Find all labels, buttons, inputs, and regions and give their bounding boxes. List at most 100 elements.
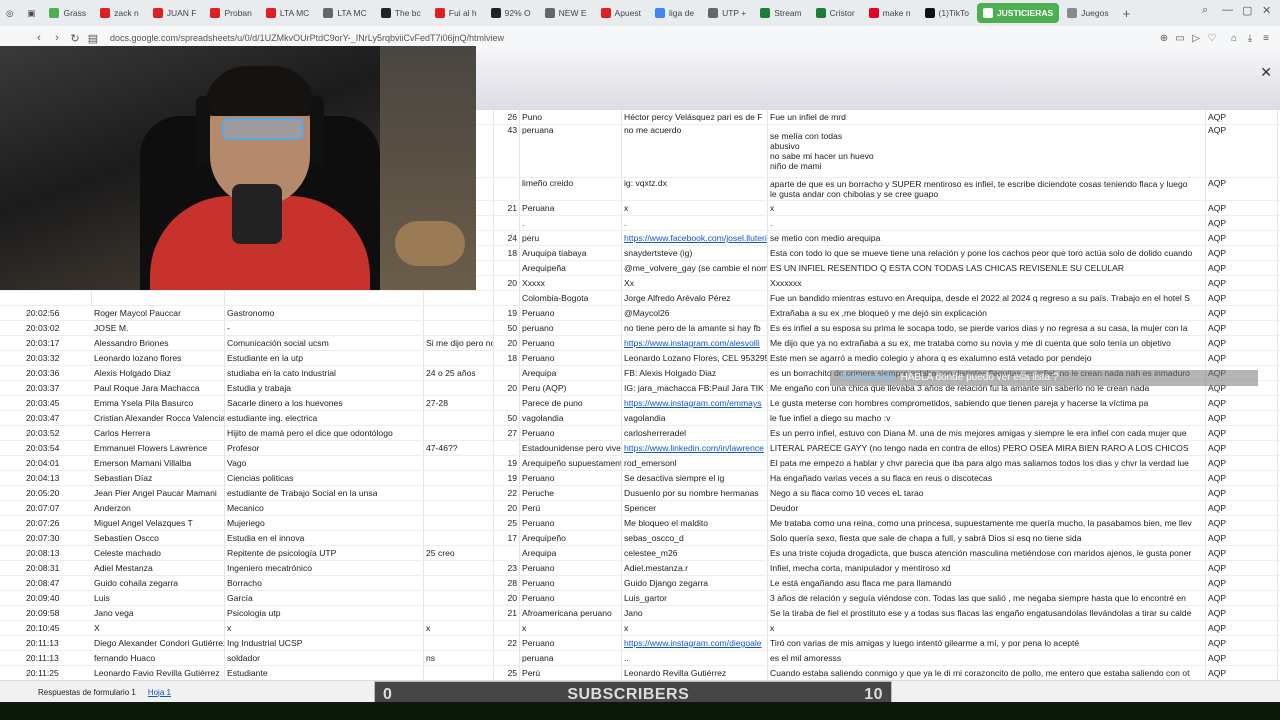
nationality-cell: Peruano [520, 351, 622, 365]
number-cell: 22 [494, 636, 520, 650]
occupation-cell: Gastronomo [225, 306, 424, 320]
description-cell: x [768, 621, 1206, 635]
wallet-icon[interactable]: ⌂ [1226, 33, 1242, 44]
browser-tab[interactable]: JUSTICIERAS [976, 3, 1060, 23]
browser-tab[interactable]: Proban [204, 3, 257, 23]
nationality-cell: peru [520, 231, 622, 245]
tab-search-icon[interactable]: ▣ [21, 3, 41, 23]
tab-favicon-icon [655, 8, 665, 18]
back-icon[interactable]: ‹ [30, 32, 48, 44]
tab-favicon-icon [100, 8, 111, 18]
timestamp-cell: 20:05:20 [26, 488, 60, 498]
number-cell: 18 [494, 246, 520, 260]
maximize-icon[interactable]: ▢ [1242, 4, 1252, 17]
new-tab-button[interactable]: + [1117, 6, 1137, 21]
heart-icon[interactable]: ♡ [1204, 33, 1220, 44]
nationality-cell: Estadounidense pero vive en [522, 441, 622, 455]
sheet-tab-hoja1[interactable]: Hoja 1 [142, 688, 177, 697]
browser-tab[interactable]: LTA MC [317, 3, 372, 23]
browser-menu-icon[interactable]: ◎ [0, 3, 19, 23]
browser-tab[interactable]: Cristor [810, 3, 861, 23]
number-cell [494, 261, 520, 275]
browser-tab[interactable]: Juegos [1061, 3, 1114, 23]
occupation-cell: Comunicación social ucsm [225, 336, 424, 350]
age-cell [424, 306, 494, 320]
number-cell: 20 [494, 276, 520, 290]
reload-icon[interactable]: ↻ [66, 32, 84, 45]
name-cell: Emerson Mamani Villalba [92, 456, 225, 470]
nationality-cell: Peru (AQP) [520, 381, 622, 395]
city-cell: AQP [1206, 426, 1278, 440]
table-row: 20:03:02 JOSE M. - 50 peruano no tiene pero d… [0, 321, 1280, 336]
contact-cell: Xx [622, 276, 768, 290]
bookmark-icon[interactable]: ⊕ [1156, 33, 1172, 44]
number-cell: 28 [494, 576, 520, 590]
browser-tab[interactable]: zack n [94, 3, 145, 23]
contact-cell[interactable]: https://www.facebook.com/josel.lluteri [622, 231, 768, 245]
number-cell: 21 [494, 606, 520, 620]
sheet-tab-responses[interactable]: Respuestas de formulario 1 [32, 688, 142, 697]
site-info-icon[interactable]: ▤ [84, 32, 102, 45]
description-cell: ES UN INFIEL RESENTIDO Q ESTA CON TODAS … [768, 261, 1206, 275]
age-cell [424, 351, 494, 365]
description-cell: Me dijo que ya no extrañaba a su ex, me … [768, 336, 1206, 350]
browser-tab[interactable]: Fui al h [429, 3, 483, 23]
browser-tab[interactable]: UTP + [702, 3, 752, 23]
contact-cell: carlosherreradel [622, 426, 768, 440]
browser-tab[interactable]: The bc [375, 3, 427, 23]
browser-tab[interactable]: NEW E [539, 3, 593, 23]
forward-icon[interactable]: › [48, 32, 66, 44]
browser-tab[interactable]: LTA MC [260, 3, 315, 23]
age-cell [424, 606, 494, 620]
contact-cell[interactable]: https://www.instagram.com/diegoale [622, 636, 768, 650]
tab-favicon-icon [380, 8, 391, 18]
name-cell [92, 291, 225, 305]
browser-tab[interactable]: JUAN F [147, 3, 203, 23]
name-cell: Sebastian Díaz [92, 471, 225, 485]
number-cell: 24 [494, 231, 520, 245]
tab-label: UTP + [722, 8, 747, 18]
contact-cell[interactable]: https://www.instagram.com/alesvolli [622, 336, 768, 350]
occupation-cell: Repitente de psicología UTP [225, 546, 424, 560]
description-cell: Esta con todo lo que se mueve tiene una … [768, 246, 1206, 260]
close-banner-icon[interactable]: ✕ [1260, 64, 1272, 81]
browser-tab[interactable]: Stream [754, 3, 807, 23]
url-field[interactable]: docs.google.com/spreadsheets/u/0/d/1UZMk… [110, 33, 1156, 43]
contact-cell[interactable]: https://www.instagram.com/emmays [622, 396, 768, 410]
browser-tab[interactable]: make n [863, 3, 917, 23]
age-cell [424, 426, 494, 440]
tab-favicon-icon [815, 8, 826, 18]
name-cell: Celeste machado [92, 546, 225, 560]
browser-tab[interactable]: Grass [43, 3, 92, 23]
occupation-cell: Ing Industrial UCSP [225, 636, 424, 650]
name-cell: JOSE M. [92, 321, 225, 335]
search-icon[interactable]: ⌕ [1202, 4, 1208, 17]
name-cell: Jean Pier Angel Paucar Mamani [92, 486, 225, 500]
age-cell [424, 291, 494, 305]
browser-tab[interactable]: Apuest [595, 3, 647, 23]
age-cell [424, 666, 494, 680]
tab-favicon-icon [152, 8, 163, 18]
table-row: Colombia-Bogota Jorge Alfredo Arévalo Pér… [0, 291, 1280, 306]
timestamp-cell: 20:09:58 [26, 608, 60, 618]
description-cell: x [768, 201, 1206, 215]
tab-favicon-icon [323, 8, 334, 18]
description-cell: Extrañaba a su ex ,me bloqueó y me dejó … [768, 306, 1206, 320]
screenshot-icon[interactable]: ▭ [1172, 33, 1188, 44]
minimize-icon[interactable]: — [1222, 4, 1233, 16]
city-cell: AQP [1206, 591, 1278, 605]
play-icon[interactable]: ▷ [1188, 33, 1204, 44]
contact-cell[interactable]: https://www.linkedin.com/in/lawrence [622, 441, 768, 455]
tab-label: JUSTICIERAS [996, 8, 1054, 18]
browser-tab[interactable]: liga de [649, 3, 700, 23]
menu-icon[interactable]: ≡ [1258, 33, 1274, 44]
tab-label: The bc [394, 8, 421, 18]
tab-favicon-icon [49, 8, 60, 18]
number-cell: 23 [494, 561, 520, 575]
download-icon[interactable]: ⤓ [1242, 33, 1258, 44]
tab-label: Fui al h [448, 8, 477, 18]
browser-tab[interactable]: (1)TikTo [919, 3, 975, 23]
age-cell [424, 531, 494, 545]
close-window-icon[interactable]: ✕ [1262, 4, 1271, 17]
browser-tab[interactable]: 92% O [485, 3, 537, 23]
